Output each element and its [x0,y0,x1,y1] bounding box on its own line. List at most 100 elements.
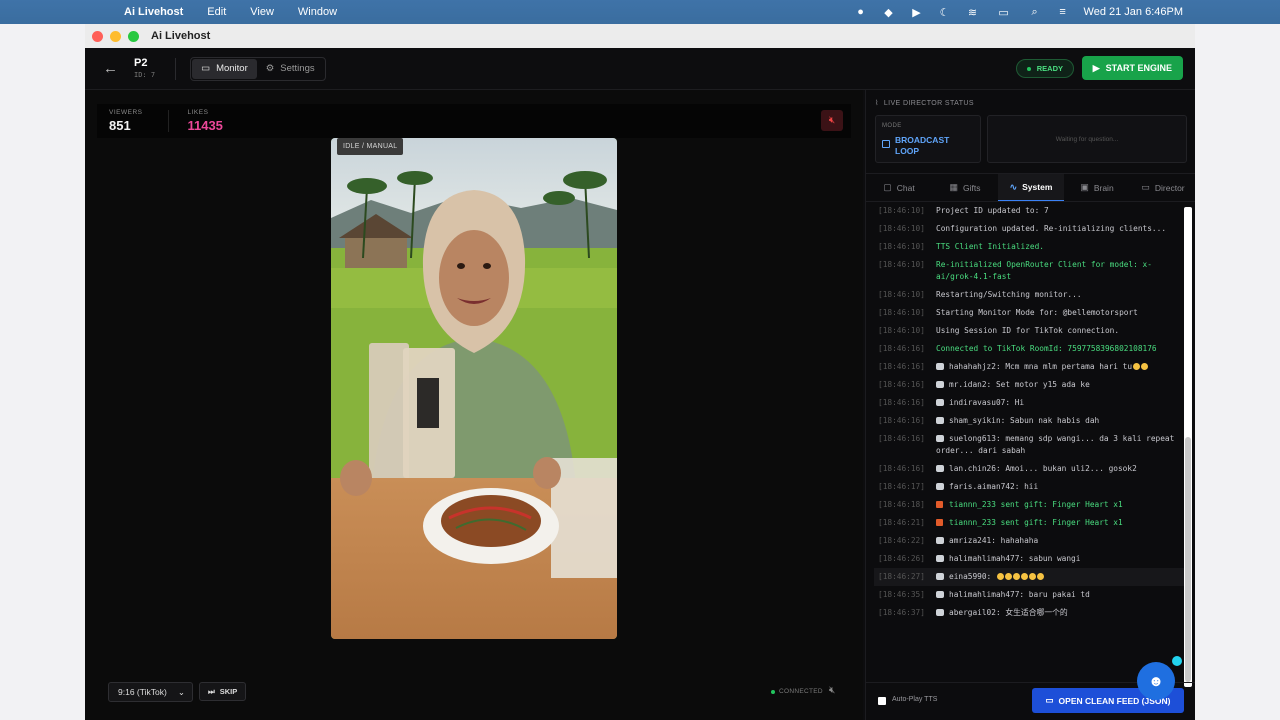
log-timestamp: [18:46:16] [878,434,925,443]
engine-status-text: READY [1036,64,1063,73]
mute-audio-button[interactable]: 🔇︎ [821,110,843,131]
log-entry: [18:46:16] indiravasu07: Hi [874,394,1184,412]
tab-monitor[interactable]: ▭ Monitor [192,58,257,79]
menubar-app-name[interactable]: Ai Livehost [124,6,183,18]
mode-label: MODE [882,123,902,129]
menubar-clock[interactable]: Wed 21 Jan 6:46PM [1084,6,1183,18]
log-message: lan.chin26: Amoi... bukan uli2... gosok2 [949,464,1137,473]
tab-monitor-label: Monitor [216,63,248,74]
start-engine-button[interactable]: ▶ START ENGINE [1081,56,1183,80]
menu-edit[interactable]: Edit [207,6,226,18]
start-engine-label: START ENGINE [1105,63,1172,73]
log-scrollbar-thumb[interactable] [1185,437,1191,682]
log-message: TTS Client Initialized. [936,242,1044,251]
tab-settings[interactable]: ⚙ Settings [257,59,324,79]
log-message-wrap: eina5990: [936,571,1180,583]
moon-icon[interactable]: ☾ [938,5,952,19]
log-entry: [18:46:16] sham_syikin: Sabun nak habis d… [874,412,1184,430]
log-entry: [18:46:16] mr.idan2: Set motor y15 ada ke [874,376,1184,394]
record-icon[interactable]: ● [854,5,868,19]
log-message-wrap: TTS Client Initialized. [936,241,1180,253]
monitor-icon: ▭ [1045,695,1054,705]
log-timestamp: [18:46:10] [878,260,925,269]
menu-view[interactable]: View [250,6,274,18]
mode-card: MODE BROADCAST LOOP [875,115,981,163]
waiting-text: Waiting for question... [1055,135,1119,143]
log-scrollbar[interactable] [1184,207,1192,687]
log-message-wrap: Project ID updated to: 7 [936,205,1180,217]
speaker-muted-small-icon[interactable]: 🔇︎ [829,685,835,696]
pulse-icon: ∿ [1009,181,1018,192]
log-message-wrap: halimahlimah477: baru pakai td [936,589,1180,601]
live-director-title: LIVE DIRECTOR STATUS [883,99,974,107]
back-arrow-icon[interactable]: ← [103,60,118,77]
connected-dot-icon [771,689,775,694]
mode-value-line1: BROADCAST [895,135,950,145]
robot-icon: ☻ [1148,672,1164,690]
log-message: sham_syikin: Sabun nak habis dah [949,416,1100,425]
log-message: suelong613: memang sdp wangi... da 3 kal… [936,434,1175,455]
log-timestamp: [18:46:18] [878,500,925,509]
log-message: hahahahjz2: Mcm mna mlm pertama hari tu [949,362,1133,371]
tab-director[interactable]: ▭ Director [1130,174,1195,201]
log-timestamp: [18:46:22] [878,536,925,545]
autoplay-tts-checkbox[interactable] [878,697,886,705]
log-message: Re-initialized OpenRouter Client for mod… [936,260,1152,281]
tab-system[interactable]: ∿ System [998,174,1064,201]
log-message-wrap: mr.idan2: Set motor y15 ada ke [936,379,1180,391]
mode-value-line2: LOOP [895,146,920,156]
log-entry: [18:46:10] TTS Client Initialized. [874,238,1184,256]
wifi-icon[interactable]: ≋ [966,5,980,19]
log-timestamp: [18:46:27] [878,572,925,581]
log-message-wrap: Connected to TikTok RoomId: 759775839680… [936,343,1180,355]
emoji-icon [1020,573,1028,580]
log-message-wrap: lan.chin26: Amoi... bukan uli2... gosok2 [936,463,1180,475]
chat-bubble-icon [936,399,944,406]
minimize-window-button[interactable] [110,30,121,42]
log-message: eina5990: [949,572,996,581]
project-id: ID: 7 [134,71,156,79]
log-message-wrap: Using Session ID for TikTok connection. [936,325,1180,337]
video-camera-icon: ▭ [1141,182,1150,192]
aspect-ratio-value: 9:16 (TikTok) [118,687,167,697]
system-log[interactable]: [18:46:10] Project ID updated to: 7 [18:46… [874,202,1184,680]
chat-bubble-icon [936,591,944,598]
panel-tabs: ▢ Chat ▦ Gifts ∿ System ▣ Brain ▭ Director [866,173,1195,202]
aspect-ratio-select[interactable]: 9:16 (TikTok) ⌄ [108,682,193,702]
log-entry: [18:46:21] tiannn_233 sent gift: Finger H… [874,514,1184,532]
shortcuts-icon[interactable]: ◆ [882,5,896,19]
close-window-button[interactable] [92,30,103,42]
viewers-label: VIEWERS [109,109,143,116]
likes-stat: LIKES 11435 [175,109,222,133]
log-entry: [18:46:10] Project ID updated to: 7 [874,202,1184,220]
assistant-bot-button[interactable]: ☻ [1137,662,1175,700]
log-message: mr.idan2: Set motor y15 ada ke [949,380,1090,389]
log-timestamp: [18:46:10] [878,242,925,251]
tab-chat[interactable]: ▢ Chat [866,174,932,201]
zoom-window-button[interactable] [128,30,139,42]
control-center-icon[interactable]: ≡ [1056,5,1070,19]
monitor-stage: VIEWERS 851 LIKES 11435 🔇︎ IDLE / MANUAL [85,90,863,720]
skip-button[interactable]: ⏭︎ SKIP [199,682,247,701]
spotlight-search-icon[interactable]: ⌕ [1028,5,1042,19]
emoji-icon [1004,573,1012,580]
tab-gifts[interactable]: ▦ Gifts [932,174,998,201]
connection-label: CONNECTED [779,688,823,695]
log-timestamp: [18:46:10] [878,206,925,215]
menu-window[interactable]: Window [298,6,337,18]
play-icon[interactable]: ▶ [910,5,924,19]
gift-icon [936,519,943,526]
video-frame-image [331,138,617,639]
chevron-down-icon: ⌄ [177,686,185,697]
connection-status: CONNECTED [771,688,823,695]
tab-brain[interactable]: ▣ Brain [1064,174,1130,201]
log-message: Starting Monitor Mode for: @bellemotorsp… [936,308,1138,317]
notification-dot [1172,656,1182,666]
broadcast-icon [882,140,890,148]
engine-status-badge: READY [1015,59,1074,78]
battery-icon[interactable]: ▭ [994,5,1014,19]
tab-settings-label: Settings [280,63,315,74]
live-stats-bar: VIEWERS 851 LIKES 11435 🔇︎ [97,104,851,138]
viewers-count: 851 [109,118,131,133]
log-entry: [18:46:27] eina5990: [874,568,1184,586]
